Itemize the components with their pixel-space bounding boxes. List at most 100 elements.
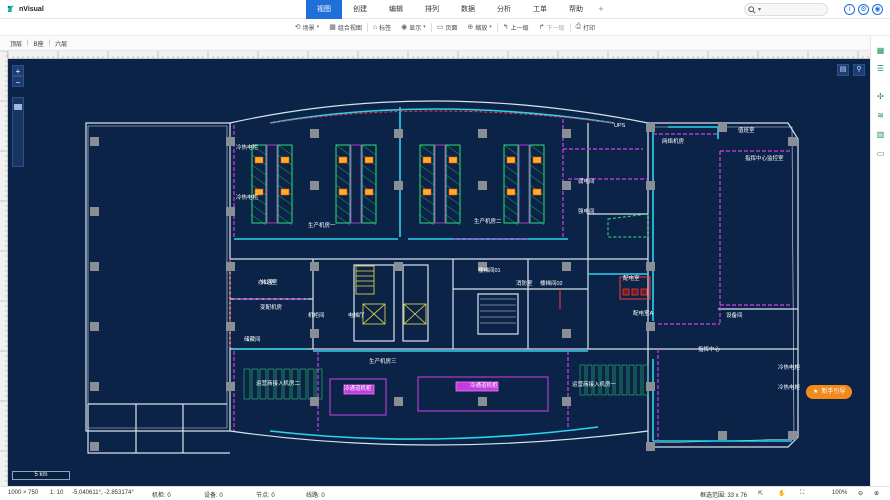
room-label[interactable]: 冷热电柜 [778,363,801,371]
hand-icon[interactable]: ✋ [778,490,785,497]
room-label[interactable]: 弱电间 [578,177,595,185]
room-label[interactable]: 冷热电柜 [236,193,259,201]
cabinet-row [315,368,323,400]
guide-button[interactable]: ★ 新手引导 [806,385,853,399]
room-label[interactable]: 消防室 [516,279,533,287]
next-icon: ↱ [538,24,545,31]
grid-icon[interactable]: ▦ [876,46,885,55]
room-label[interactable]: 变配机房 [260,303,283,311]
tag-button[interactable]: ⌂ 标签 [368,23,396,32]
app-logo[interactable]: nVisual [6,4,44,14]
room-label[interactable]: 电梯厅 [348,311,365,319]
menu-view[interactable]: 视图 [306,0,342,19]
breadcrumb-floor[interactable]: 六层 [55,39,67,48]
cabinet-slot [445,194,461,206]
next-level-button[interactable]: ↱ 下一级 [534,23,570,32]
cabinet-slot [277,144,293,156]
cabinet-row [635,364,642,396]
room-label[interactable]: 生产机房一 [308,221,336,229]
vertical-ruler[interactable] [0,50,8,486]
room-label[interactable]: 机柜间 [308,311,325,319]
menu-data[interactable]: 数据 [450,0,486,19]
room-label[interactable]: 指挥中心 [698,345,721,353]
room-label[interactable]: 值班室 [738,126,755,134]
monitor-icon[interactable]: ▭ [876,149,885,158]
column-marker [394,181,403,190]
search-box[interactable]: ▾ [744,3,828,16]
room-label[interactable]: UPS [614,123,626,129]
zoom-slider-thumb[interactable] [14,104,22,111]
cabinet-slot [277,204,293,216]
magnify-icon[interactable]: ⚲ [853,64,865,76]
display-button[interactable]: ◉ 显示 ▾ [396,23,431,32]
combine-view-button[interactable]: ▦ 组合视图 [324,23,367,32]
page-button[interactable]: ▭ 页面 [432,23,463,32]
cabinet-row [607,364,614,396]
horizontal-ruler[interactable] [8,51,878,59]
menu-work-order[interactable]: 工单 [522,0,558,19]
room-label[interactable]: 指挥中心监控室 [745,154,784,162]
scale-bar: 5 km [12,471,70,480]
scene-button[interactable]: ⟲ 场景 ▾ [290,23,324,32]
logo-icon [7,5,14,12]
room-label[interactable]: 冷热电柜 [236,143,259,151]
room-label[interactable]: 运营商接入机房一 [572,380,617,388]
column-marker [310,129,319,138]
room-label[interactable]: 生产机房二 [474,217,502,225]
cold-aisle [434,144,446,224]
layers-icon[interactable]: ▤ [837,64,849,76]
info-icon[interactable]: i [844,4,855,15]
menu-analysis[interactable]: 分析 [486,0,522,19]
zoom-in-button[interactable]: + [12,65,24,76]
fit-icon[interactable]: ⛶ [800,490,804,497]
cabinet-row [299,368,307,400]
user-icon[interactable]: ◉ [872,4,883,15]
room-label[interactable]: 配电室A [633,309,654,317]
room-label[interactable]: 运营商接入机房二 [256,379,301,387]
column-marker [646,442,655,451]
room-label[interactable]: 楼梯间02 [540,279,563,287]
status-scale: 1: 10 [50,490,64,496]
right-sidebar: ▦ ☰ ✣ ≋ ▥ ▭ [870,36,890,486]
room-label[interactable]: 配电室 [623,274,640,282]
pointer-icon[interactable]: ⇱ [758,490,763,497]
room-label[interactable]: 生产机房三 [369,357,397,365]
room-label[interactable]: 冷热电柜 [778,383,801,391]
breadcrumb-top[interactable]: 顶层 [10,39,22,48]
cabinet-slot [335,214,351,226]
zoom-in-icon[interactable]: ⊕ [874,490,879,497]
table-icon[interactable]: ▥ [876,130,885,139]
floor-plan[interactable]: 生产机房一生产机房二办公室楼梯间01消防室 楼梯间02配电室配电室A强电间变配机房… [8,59,870,486]
floor-plan-canvas[interactable]: 生产机房一 生产机房二 办公室 楼梯间01 消防室 楼梯间02 配电室 配电室A 强电间 变配机房… [8,59,870,486]
chevron-down-icon[interactable]: ▾ [758,6,761,13]
prev-level-button[interactable]: ↰ 上一级 [498,23,534,32]
menu-add-button[interactable]: + [594,0,608,19]
chart-icon[interactable]: ≋ [876,111,885,120]
list-icon[interactable]: ☰ [876,64,885,73]
settings-icon[interactable]: ⚙ [858,4,869,15]
zoom-button[interactable]: ⊕ 缩放 ▾ [462,23,496,32]
room-label[interactable]: 楼梯间01 [478,266,501,274]
zoom-slider[interactable] [12,97,24,167]
room-label[interactable]: 冷通道机柜 [344,384,372,392]
zoom-out-icon[interactable]: ⊖ [858,490,863,497]
prev-icon: ↰ [502,24,509,31]
room-label[interactable]: 冷通道机柜 [470,381,498,389]
menu-arrange[interactable]: 排列 [414,0,450,19]
room-label[interactable]: 强电间 [578,207,595,215]
room-label[interactable]: 设备间 [726,311,743,319]
menu-edit[interactable]: 编辑 [378,0,414,19]
room-label[interactable]: 休息室 [261,278,278,286]
room-label[interactable]: 网络机房 [662,137,685,145]
room-label[interactable]: 储藏间 [244,335,261,343]
menu-create[interactable]: 创建 [342,0,378,19]
column-marker [90,207,99,216]
breadcrumb-building[interactable]: B座 [34,39,44,48]
column-marker [646,123,655,132]
status-zoom[interactable]: 100% [832,490,847,496]
connect-icon[interactable]: ✣ [876,92,885,101]
menu-help[interactable]: 帮助 [558,0,594,19]
zoom-out-button[interactable]: − [12,76,24,87]
print-button[interactable]: ⎙ 打印 [571,23,601,32]
search-input[interactable] [764,6,825,13]
